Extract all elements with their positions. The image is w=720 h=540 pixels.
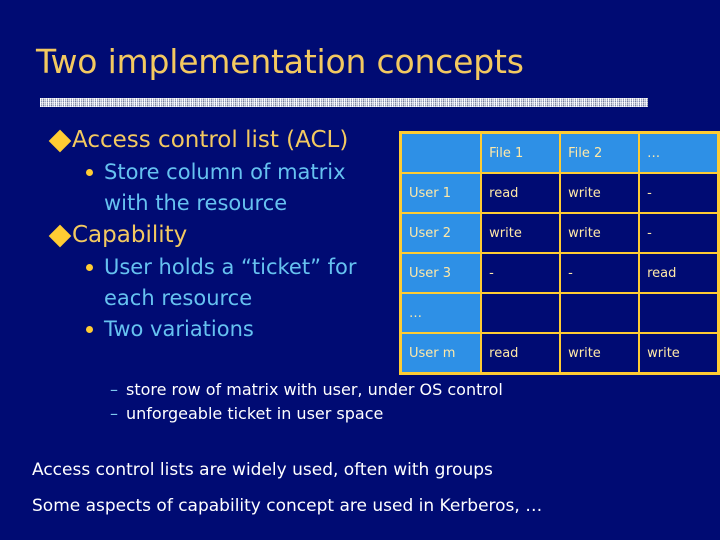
sub-bullet-item-unforgeable-ticket: – unforgeable ticket in user space [110, 402, 630, 426]
page-title: Two implementation concepts [36, 42, 524, 81]
access-matrix-table: File 1 File 2 … User 1 read write - User… [399, 131, 720, 375]
bullet-label: Store column of matrix with the resource [104, 160, 346, 215]
footer-notes: Access control lists are widely used, of… [32, 452, 692, 524]
cell-user3-more: read [638, 252, 720, 294]
dot-bullet-icon [86, 264, 93, 271]
cell-userm-more: write [638, 332, 720, 375]
cell-ellipsis-more [638, 292, 720, 334]
header-cell-file1: File 1 [480, 131, 562, 174]
cell-userm-file2: write [559, 332, 641, 375]
table-row: User 3 - - read [399, 252, 720, 294]
sub-bullet-label: store row of matrix with user, under OS … [126, 380, 503, 399]
sub-bullet-item-store-row: – store row of matrix with user, under O… [110, 378, 630, 402]
cell-userm-file1: read [480, 332, 562, 375]
bullet-label: Access control list (ACL) [72, 127, 349, 153]
bullet-item-capability: Capability [48, 219, 392, 252]
table-row: … [399, 292, 720, 334]
header-cell-ellipsis: … [638, 131, 720, 174]
sub-bullet-list: – store row of matrix with user, under O… [110, 378, 630, 426]
dot-bullet-icon [86, 326, 93, 333]
cell-ellipsis-file2 [559, 292, 641, 334]
bullet-label: Two variations [104, 317, 254, 341]
cell-user3-file1: - [480, 252, 562, 294]
bullet-label: Capability [72, 222, 188, 248]
cell-user1-file2: write [559, 172, 641, 214]
bullet-item-ticket: User holds a “ticket” for each resource [86, 252, 392, 314]
title-divider-bar [40, 98, 648, 107]
sub-bullet-label: unforgeable ticket in user space [126, 404, 384, 423]
access-matrix-table-wrapper: File 1 File 2 … User 1 read write - User… [399, 131, 720, 375]
cell-ellipsis-file1 [480, 292, 562, 334]
bullet-label: User holds a “ticket” for each resource [104, 255, 357, 310]
dot-bullet-icon [86, 169, 93, 176]
table-row: User 1 read write - [399, 172, 720, 214]
footer-line: Access control lists are widely used, of… [32, 460, 493, 480]
dash-bullet-icon: – [110, 380, 118, 399]
row-label-user2: User 2 [399, 212, 483, 254]
table-header-row: File 1 File 2 … [399, 131, 720, 174]
bullet-item-two-variations: Two variations [86, 314, 392, 345]
cell-user2-more: - [638, 212, 720, 254]
dash-bullet-icon: – [110, 404, 118, 423]
cell-user3-file2: - [559, 252, 641, 294]
row-label-user1: User 1 [399, 172, 483, 214]
cell-user1-file1: read [480, 172, 562, 214]
header-cell-corner [399, 131, 483, 174]
slide-canvas: Two implementation concepts Access contr… [0, 0, 720, 540]
cell-user1-more: - [638, 172, 720, 214]
table-row: User 2 write write - [399, 212, 720, 254]
bullet-item-store-column: Store column of matrix with the resource [86, 157, 392, 219]
cell-user2-file1: write [480, 212, 562, 254]
diamond-bullet-icon [48, 129, 72, 153]
cell-user2-file2: write [559, 212, 641, 254]
header-cell-file2: File 2 [559, 131, 641, 174]
footer-line: Some aspects of capability concept are u… [32, 496, 543, 516]
row-label-ellipsis: … [399, 292, 483, 334]
row-label-userm: User m [399, 332, 483, 375]
bullet-item-acl: Access control list (ACL) [48, 124, 392, 157]
row-label-user3: User 3 [399, 252, 483, 294]
table-row: User m read write write [399, 332, 720, 375]
diamond-bullet-icon [48, 224, 72, 248]
bullet-list: Access control list (ACL) Store column o… [48, 124, 392, 345]
